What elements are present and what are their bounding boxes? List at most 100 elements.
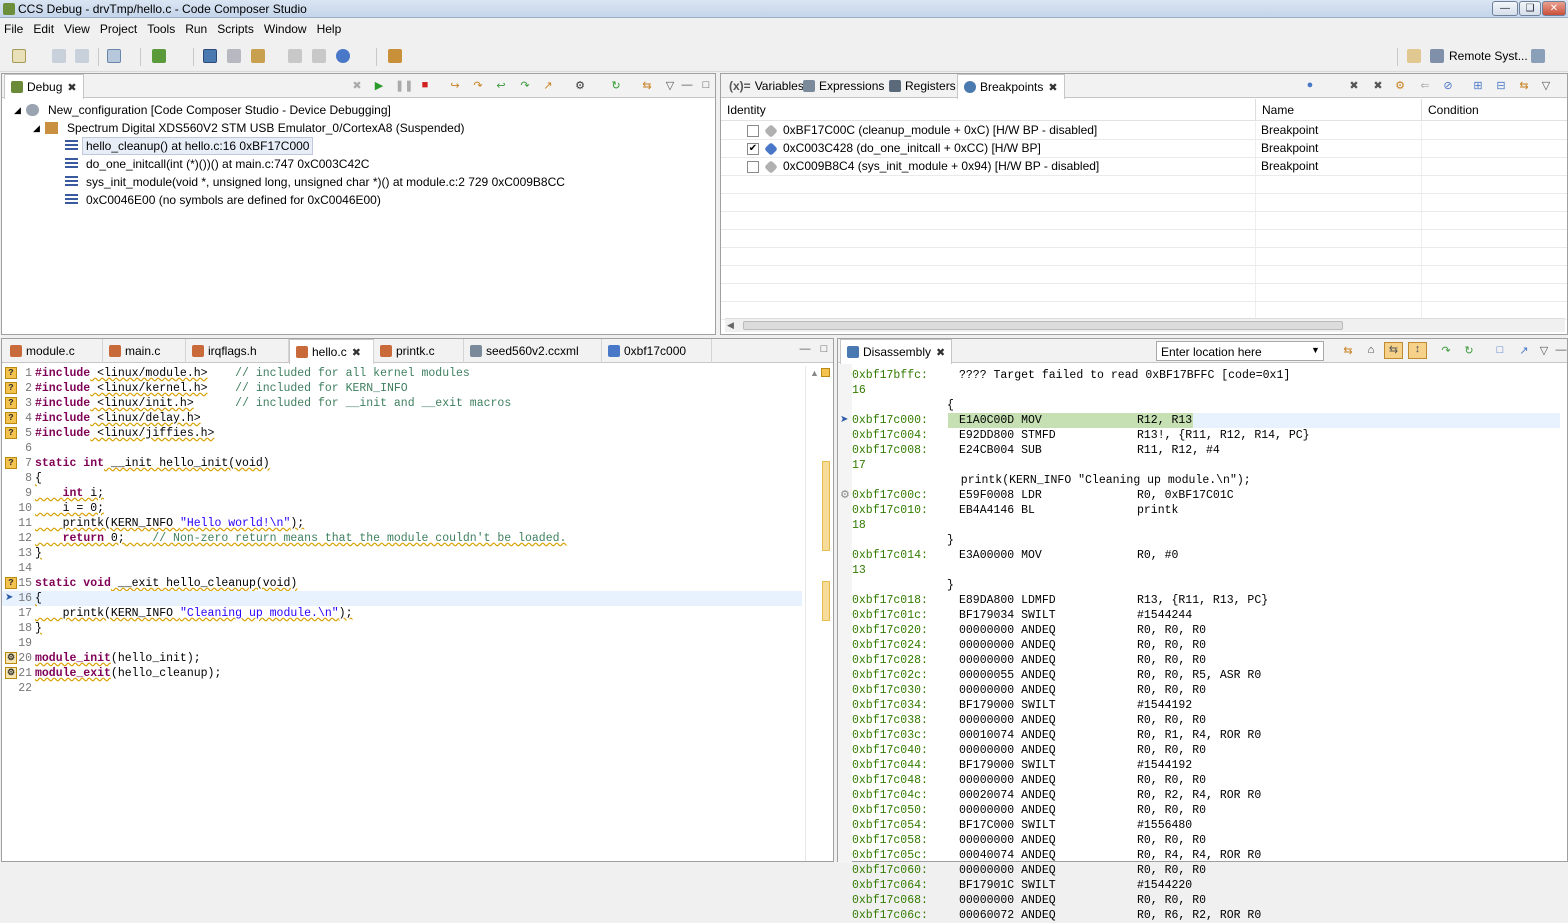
editor-tab[interactable]: irqflags.h <box>186 339 289 363</box>
disassembly-line[interactable]: 0xbf17c058: 00000000 ANDEQ R0, R0, R0 <box>838 833 1560 848</box>
step-return-icon[interactable]: ↩ <box>494 79 508 92</box>
disassembly-line[interactable]: 0xbf17c028: 00000000 ANDEQ R0, R0, R0 <box>838 653 1560 668</box>
maximize-button[interactable]: ❑ <box>1519 1 1541 16</box>
tab-disassembly[interactable]: Disassembly ✖ <box>840 339 953 364</box>
disassembly-line[interactable]: 16 <box>838 383 1560 398</box>
code-editor[interactable]: ? 1 #include <linux/module.h> // included … <box>2 366 802 861</box>
chevron-down-icon[interactable]: ▼ <box>1311 345 1320 355</box>
disassembly-line[interactable]: 0xbf17c02c: 00000055 ANDEQ R0, R0, R5, ASR… <box>838 668 1560 683</box>
disassembly-line[interactable]: 0xbf17c034: BF179000 SWILT #1544192 <box>838 698 1560 713</box>
disassembly-line[interactable]: 0xbf17c010: EB4A4146 BL printk <box>838 503 1560 518</box>
view-menu-icon[interactable]: ▽ <box>1539 79 1553 92</box>
new-icon[interactable] <box>12 49 26 63</box>
editor-tab[interactable]: seed560v2.ccxml <box>464 339 602 363</box>
close-icon[interactable]: ✖ <box>67 81 76 94</box>
disassembly-line[interactable]: 0xbf17c008: E24CB004 SUB R11, R12, #4 <box>838 443 1560 458</box>
column-name[interactable]: Name <box>1262 103 1294 117</box>
reset-icon[interactable]: ⚙ <box>573 79 587 92</box>
debug-tree-item[interactable]: 0xC0046E00 (no symbols are defined for 0… <box>2 191 715 209</box>
warning-icon[interactable]: ? <box>5 397 17 409</box>
disassembly-line[interactable]: } <box>838 578 1560 593</box>
disassembly-line[interactable]: 18 <box>838 518 1560 533</box>
warning-icon[interactable]: ? <box>5 367 17 379</box>
debug-icon[interactable] <box>152 49 166 63</box>
remote-systems-perspective[interactable]: Remote Syst... <box>1449 49 1528 63</box>
tab-expressions[interactable]: Expressions <box>797 74 890 98</box>
warning-icon[interactable]: ? <box>5 457 17 469</box>
maximize-view-icon[interactable]: □ <box>699 79 713 92</box>
menu-run[interactable]: Run <box>181 19 213 36</box>
breakpoint-icon[interactable] <box>288 49 302 63</box>
disassembly-line[interactable]: 0xbf17c020: 00000000 ANDEQ R0, R0, R0 <box>838 623 1560 638</box>
disassembly-line[interactable]: { <box>838 398 1560 413</box>
breakpoint-row[interactable]: 0xC009B8C4 (sys_init_module + 0x94) [H/W… <box>721 158 1567 176</box>
expand-arrow-icon[interactable]: ◢ <box>14 101 21 119</box>
minimize-button[interactable]: — <box>1492 1 1518 16</box>
disassembly-line[interactable]: 0xbf17c060: 00000000 ANDEQ R0, R0, R0 <box>838 863 1560 878</box>
disassembly-line[interactable]: ➤ 0xbf17c000: E1A0C00D MOV R12, R13 <box>838 413 1560 428</box>
remove-breakpoint-icon[interactable]: ✖ <box>1347 79 1361 92</box>
disassembly-line[interactable]: 0xbf17bffc: ???? Target failed to read 0x… <box>838 368 1560 383</box>
editor-tab[interactable]: main.c <box>103 339 186 363</box>
step-into-disasm-icon[interactable]: ↷ <box>1439 344 1453 357</box>
skip-all-icon[interactable]: ⊘ <box>1441 79 1455 92</box>
expand-all-icon[interactable]: ⊞ <box>1471 79 1485 92</box>
breakpoint-checkbox[interactable] <box>747 161 759 173</box>
menu-help[interactable]: Help <box>313 19 348 36</box>
show-supported-icon[interactable]: ⚙ <box>1393 79 1407 92</box>
warning-icon[interactable]: ? <box>5 412 17 424</box>
save-all-icon[interactable] <box>75 49 89 63</box>
expand-arrow-icon[interactable]: ◢ <box>33 119 40 137</box>
disassembly-line[interactable]: 0xbf17c030: 00000000 ANDEQ R0, R0, R0 <box>838 683 1560 698</box>
disassembly-line[interactable]: 0xbf17c054: BF17C000 SWILT #1556480 <box>838 818 1560 833</box>
save-icon[interactable] <box>52 49 66 63</box>
ccs-perspective-icon[interactable] <box>1531 49 1545 63</box>
disassembly-line[interactable]: 0xbf17c018: E89DA800 LDMFD R13, {R11, R13,… <box>838 593 1560 608</box>
home-icon[interactable]: ⌂ <box>1364 344 1378 357</box>
editor-tab[interactable]: hello.c ✖ <box>289 339 374 364</box>
go-to-pc-icon[interactable]: ⇆ <box>1341 344 1355 357</box>
debug-tree-item[interactable]: ◢ New_configuration [Code Composer Studio… <box>2 101 715 119</box>
link-icon[interactable]: ⇆ <box>1517 79 1531 92</box>
warning-icon[interactable]: ? <box>5 577 17 589</box>
column-identity[interactable]: Identity <box>727 103 766 117</box>
suspend-icon[interactable]: ❚❚ <box>395 79 413 92</box>
location-input[interactable]: Enter location here ▼ <box>1156 341 1324 361</box>
horizontal-scrollbar[interactable]: ◀ <box>725 318 1565 332</box>
disassembly-line[interactable]: 0xbf17c044: BF179000 SWILT #1544192 <box>838 758 1560 773</box>
collapse-all-icon[interactable]: ⊟ <box>1494 79 1508 92</box>
breakpoint-row[interactable]: 0xBF17C00C (cleanup_module + 0xC) [H/W B… <box>721 122 1567 140</box>
debug-tree-item[interactable]: sys_init_module(void *, unsigned long, u… <box>2 173 715 191</box>
terminate-icon[interactable]: ■ <box>418 79 432 92</box>
warning-icon[interactable]: ? <box>5 382 17 394</box>
disassembly-line[interactable]: 0xbf17c014: E3A00000 MOV R0, #0 <box>838 548 1560 563</box>
editor-tab[interactable]: printk.c <box>374 339 464 363</box>
warning-icon[interactable]: ? <box>5 427 17 439</box>
resume-icon[interactable]: ▶ <box>372 79 386 92</box>
menu-view[interactable]: View <box>60 19 96 36</box>
breakpoint-marker-icon[interactable]: ⚙ <box>5 667 17 679</box>
disassembly-line[interactable]: 0xbf17c06c: 00060072 ANDEQ R0, R6, R2, ROR… <box>838 908 1560 923</box>
scroll-thumb[interactable] <box>743 321 1343 330</box>
disassembly-line[interactable]: 0xbf17c068: 00000000 ANDEQ R0, R0, R0 <box>838 893 1560 908</box>
external-tools-icon[interactable] <box>388 49 402 63</box>
menu-scripts[interactable]: Scripts <box>213 19 260 36</box>
breakpoint-row[interactable]: ✔ 0xC003C428 (do_one_initcall + 0xCC) [H/… <box>721 140 1567 158</box>
menu-edit[interactable]: Edit <box>29 19 60 36</box>
disassembly-line[interactable]: } <box>838 533 1560 548</box>
load-icon[interactable] <box>251 49 265 63</box>
remove-icon[interactable]: ✖ <box>350 79 364 92</box>
project-icon[interactable] <box>107 49 121 63</box>
minimize-editor-icon[interactable]: — <box>798 343 812 356</box>
show-source-icon[interactable]: ↕ <box>1408 342 1427 359</box>
close-icon[interactable]: ✖ <box>1048 81 1057 94</box>
disassembly-line[interactable]: printk(KERN_INFO "Cleaning up module.\n"… <box>838 473 1560 488</box>
tab-breakpoints[interactable]: Breakpoints ✖ <box>957 74 1065 99</box>
new-view-icon[interactable]: □ <box>1493 344 1507 357</box>
step-out-icon[interactable]: ↗ <box>541 79 555 92</box>
menu-tools[interactable]: Tools <box>143 19 181 36</box>
view-menu-icon[interactable]: ▽ <box>1537 344 1551 357</box>
disassembly-listing[interactable]: 0xbf17bffc: ???? Target failed to read 0x… <box>838 368 1560 922</box>
disassembly-line[interactable]: 0xbf17c05c: 00040074 ANDEQ R0, R4, R4, ROR… <box>838 848 1560 863</box>
skip-breakpoints-icon[interactable] <box>312 49 326 63</box>
